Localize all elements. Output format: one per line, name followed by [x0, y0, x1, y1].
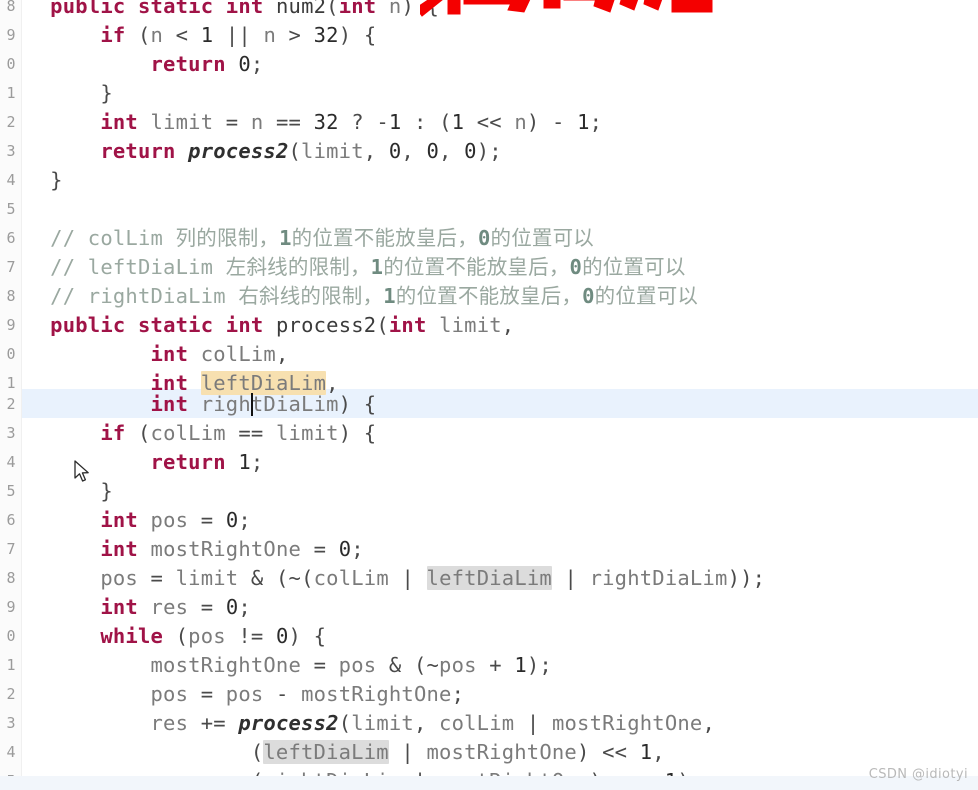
- code-line[interactable]: }: [0, 166, 978, 195]
- code-line[interactable]: mostRightOne = pos & (~pos + 1);: [0, 651, 978, 680]
- code-line[interactable]: return 0;: [0, 50, 978, 79]
- code-line[interactable]: [0, 195, 978, 224]
- code-line[interactable]: pos = limit & (~(colLim | leftDiaLim | r…: [0, 564, 978, 593]
- code-line[interactable]: return 1;: [0, 448, 978, 477]
- mouse-pointer-icon: [74, 460, 89, 482]
- code-line[interactable]: int mostRightOne = 0;: [0, 535, 978, 564]
- code-line[interactable]: while (pos != 0) {: [0, 622, 978, 651]
- code-line-current[interactable]: int rightDiaLim) {: [0, 390, 978, 419]
- code-line[interactable]: res += process2(limit, colLim | mostRigh…: [0, 709, 978, 738]
- code-line[interactable]: }: [0, 477, 978, 506]
- code-line[interactable]: return process2(limit, 0, 0, 0);: [0, 137, 978, 166]
- read-access-highlight[interactable]: leftDiaLim: [263, 740, 389, 764]
- text-caret: [251, 393, 253, 416]
- code-line[interactable]: int limit = n == 32 ? -1 : (1 << n) - 1;: [0, 108, 978, 137]
- code-line[interactable]: pos = pos - mostRightOne;: [0, 680, 978, 709]
- read-access-highlight[interactable]: leftDiaLim: [426, 566, 552, 590]
- code-line[interactable]: public static int process2(int limit,: [0, 311, 978, 340]
- code-line-comment[interactable]: // rightDiaLim 右斜线的限制，1的位置不能放皇后，0的位置可以: [0, 282, 978, 311]
- bottom-edge-fade: [0, 776, 978, 790]
- code-line[interactable]: public static int num2(int n) {: [0, 0, 978, 21]
- code-line-comment[interactable]: // colLim 列的限制，1的位置不能放皇后，0的位置可以: [0, 224, 978, 253]
- code-line[interactable]: if (n < 1 || n > 32) {: [0, 21, 978, 50]
- code-surface[interactable]: public static int num2(int n) { if (n < …: [0, 0, 978, 790]
- code-line[interactable]: (leftDiaLim | mostRightOne) << 1,: [0, 738, 978, 767]
- code-line[interactable]: if (colLim == limit) {: [0, 419, 978, 448]
- code-editor[interactable]: 8901234567890123456789012345 public stat…: [0, 0, 978, 790]
- watermark: CSDN @idiotyi: [868, 767, 968, 782]
- code-line[interactable]: int colLim,: [0, 340, 978, 369]
- code-line[interactable]: int res = 0;: [0, 593, 978, 622]
- code-line[interactable]: }: [0, 79, 978, 108]
- code-line-comment[interactable]: // leftDiaLim 左斜线的限制，1的位置不能放皇后，0的位置可以: [0, 253, 978, 282]
- code-line[interactable]: int pos = 0;: [0, 506, 978, 535]
